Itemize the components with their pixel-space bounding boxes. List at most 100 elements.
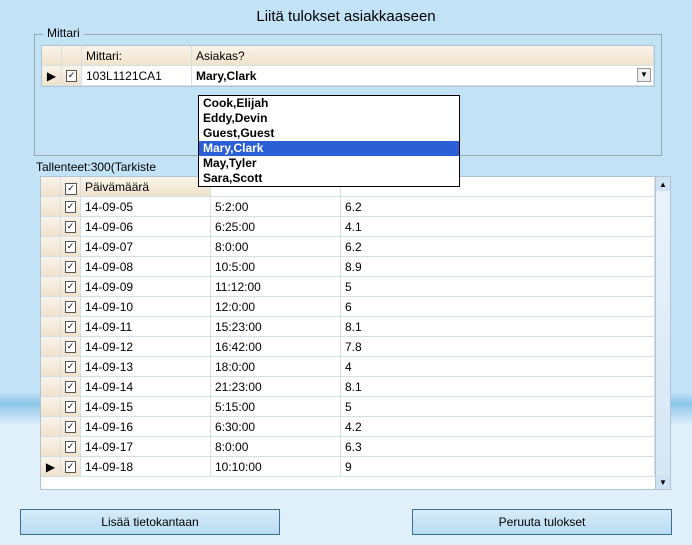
row-checkbox[interactable]: ✓ (65, 341, 76, 353)
header-asiakas: Asiakas? (192, 46, 654, 66)
cell-time: 15:23:00 (211, 317, 341, 337)
cell-value: 9 (341, 457, 655, 477)
row-check-cell[interactable]: ✓ (61, 277, 81, 297)
row-check-cell[interactable]: ✓ (61, 357, 81, 377)
cell-time: 10:5:00 (211, 257, 341, 277)
table-row[interactable]: ✓14-09-1115:23:008.1 (41, 317, 655, 337)
dropdown-option[interactable]: Eddy,Devin (199, 111, 459, 126)
table-row[interactable]: ✓14-09-155:15:005 (41, 397, 655, 417)
cell-date: 14-09-07 (81, 237, 211, 257)
mittari-checkbox[interactable]: ✓ (66, 70, 77, 82)
header-blank-check (62, 46, 82, 66)
cell-value: 5 (341, 277, 655, 297)
row-checkbox[interactable]: ✓ (65, 201, 76, 213)
header-check-all[interactable]: ✓ (61, 177, 81, 197)
cell-date: 14-09-09 (81, 277, 211, 297)
table-row[interactable]: ✓ 14-09-1012:0:006 (41, 297, 655, 317)
tallenteet-label: Tallenteet:300(Tarkiste (36, 160, 156, 174)
dropdown-option[interactable]: Guest,Guest (199, 126, 459, 141)
table-row[interactable]: ✓14-09-066:25:004.1 (41, 217, 655, 237)
row-check-cell[interactable]: ✓ (61, 217, 81, 237)
cell-date: 14-09-17 (81, 437, 211, 457)
row-check-cell[interactable]: ✓ (61, 237, 81, 257)
table-row[interactable]: ✓14-09-055:2:006.2 (41, 197, 655, 217)
table-row[interactable]: ✓14-09-178:0:006.3 (41, 437, 655, 457)
row-marker (41, 197, 61, 217)
table-row[interactable]: ✓14-09-1318:0:004 (41, 357, 655, 377)
check-all-box[interactable]: ✓ (65, 183, 77, 195)
row-checkbox[interactable]: ✓ (65, 281, 76, 293)
mittari-value: 103L1121CA1 (82, 66, 192, 86)
add-to-database-button[interactable]: Lisää tietokantaan (20, 509, 280, 535)
cell-value: 8.1 (341, 377, 655, 397)
cell-time: 5:2:00 (211, 197, 341, 217)
mittari-row-check-cell[interactable]: ✓ (62, 66, 82, 86)
table-row[interactable]: ✓14-09-1421:23:008.1 (41, 377, 655, 397)
cell-time: 12:0:00 (211, 297, 341, 317)
row-checkbox[interactable]: ✓ (65, 401, 76, 413)
row-marker (41, 277, 61, 297)
row-check-cell[interactable]: ✓ (61, 457, 81, 477)
cell-value: 8.9 (341, 257, 655, 277)
row-checkbox[interactable]: ✓ (65, 361, 76, 373)
row-check-cell[interactable]: ✓ (61, 337, 81, 357)
data-grid-wrapper: ✓Päivämäärä✓14-09-055:2:006.2✓14-09-066:… (40, 176, 672, 490)
row-check-cell[interactable]: ✓ (61, 197, 81, 217)
cell-value: 6 (341, 297, 655, 317)
cell-date: 14-09-10 (81, 297, 211, 317)
row-check-cell[interactable]: ✓ (61, 397, 81, 417)
row-check-cell[interactable]: ✓ (61, 317, 81, 337)
table-row[interactable]: ✓14-09-0911:12:005 (41, 277, 655, 297)
cell-time: 18:0:00 (211, 357, 341, 377)
vertical-scrollbar[interactable]: ▲ ▼ (655, 176, 671, 490)
cell-value: 6.2 (341, 197, 655, 217)
row-marker (41, 357, 61, 377)
row-marker: ▶ (41, 457, 61, 477)
row-marker (41, 217, 61, 237)
table-row[interactable]: ✓14-09-078:0:006.2 (41, 237, 655, 257)
dropdown-option[interactable]: May,Tyler (199, 156, 459, 171)
row-checkbox[interactable]: ✓ (65, 381, 76, 393)
cell-date: 14-09-15 (81, 397, 211, 417)
asiakas-combobox-cell[interactable]: ▼ (192, 66, 654, 86)
cell-date: 14-09-12 (81, 337, 211, 357)
row-check-cell[interactable]: ✓ (61, 417, 81, 437)
row-checkbox[interactable]: ✓ (65, 461, 76, 473)
row-check-cell[interactable]: ✓ (61, 257, 81, 277)
row-check-cell[interactable]: ✓ (61, 297, 81, 317)
table-row[interactable]: ✓ 14-09-0810:5:008.9 (41, 257, 655, 277)
cell-time: 6:30:00 (211, 417, 341, 437)
dialog-title: Liitä tulokset asiakkaaseen (0, 0, 692, 31)
dropdown-arrow-icon[interactable]: ▼ (637, 68, 651, 82)
cell-time: 8:0:00 (211, 237, 341, 257)
table-row[interactable]: ✓14-09-166:30:004.2 (41, 417, 655, 437)
row-checkbox[interactable]: ✓ (65, 221, 76, 233)
table-row[interactable]: ▶✓14-09-1810:10:009 (41, 457, 655, 477)
asiakas-combobox[interactable] (196, 67, 649, 85)
row-checkbox[interactable]: ✓ (65, 321, 76, 333)
row-check-cell[interactable]: ✓ (61, 377, 81, 397)
dropdown-option[interactable]: Mary,Clark (199, 141, 459, 156)
scroll-down-icon[interactable]: ▼ (656, 475, 670, 489)
cell-value: 5 (341, 397, 655, 417)
mittari-data-row[interactable]: ▶ ✓ 103L1121CA1 ▼ (42, 66, 654, 86)
dropdown-option[interactable]: Cook,Elijah (199, 96, 459, 111)
row-checkbox[interactable]: ✓ (65, 301, 76, 313)
row-marker (41, 417, 61, 437)
cell-value: 8.1 (341, 317, 655, 337)
cancel-results-button[interactable]: Peruuta tulokset (412, 509, 672, 535)
row-checkbox[interactable]: ✓ (65, 261, 76, 273)
table-row[interactable]: ✓14-09-1216:42:007.8 (41, 337, 655, 357)
row-checkbox[interactable]: ✓ (65, 441, 76, 453)
row-checkbox[interactable]: ✓ (65, 421, 76, 433)
scroll-up-icon[interactable]: ▲ (656, 177, 670, 191)
dropdown-option[interactable]: Sara,Scott (199, 171, 459, 186)
cell-time: 10:10:00 (211, 457, 341, 477)
row-checkbox[interactable]: ✓ (65, 241, 76, 253)
cell-date: 14-09-06 (81, 217, 211, 237)
cell-value: 7.8 (341, 337, 655, 357)
cell-date: 14-09-14 (81, 377, 211, 397)
cell-date: 14-09-08 (81, 257, 211, 277)
row-check-cell[interactable]: ✓ (61, 437, 81, 457)
asiakas-dropdown-list[interactable]: Cook,ElijahEddy,DevinGuest,GuestMary,Cla… (198, 95, 460, 187)
